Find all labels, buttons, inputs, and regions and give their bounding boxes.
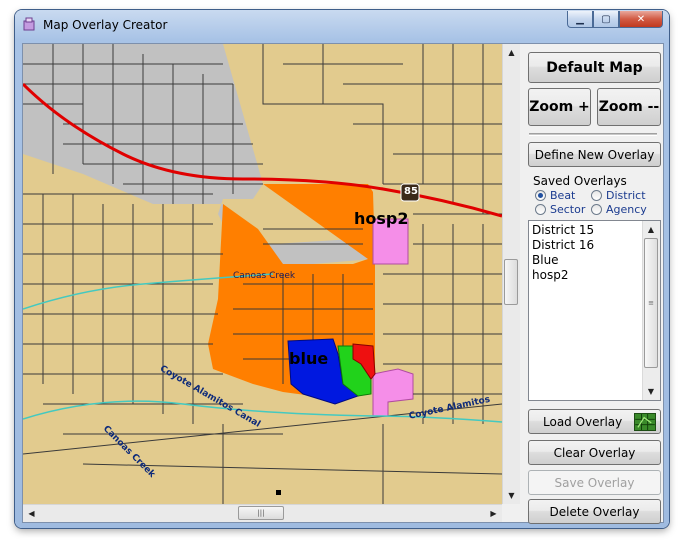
app-icon bbox=[23, 17, 35, 31]
radio-sector[interactable]: Sector bbox=[535, 203, 585, 216]
gray-overlay-region bbox=[23, 44, 373, 264]
saved-overlays-list[interactable]: District 15 District 16 Blue hosp2 ▲ ≡ ▼ bbox=[528, 220, 661, 401]
list-scroll-thumb[interactable]: ≡ bbox=[644, 238, 658, 368]
map-label-blue: blue bbox=[289, 349, 329, 368]
horizontal-scroll-thumb[interactable]: ||| bbox=[238, 506, 284, 520]
map-canvas[interactable]: 85 hosp2 blue Canoas Creek Coyote Alamit… bbox=[23, 44, 502, 504]
saved-overlays-label: Saved Overlays bbox=[533, 174, 627, 188]
radio-agency-indicator bbox=[591, 204, 602, 215]
radio-beat-indicator bbox=[535, 190, 546, 201]
list-item[interactable]: District 15 bbox=[529, 223, 660, 238]
vertical-scroll-thumb[interactable] bbox=[504, 259, 518, 305]
scroll-down-icon[interactable]: ▼ bbox=[503, 487, 520, 504]
control-panel: Default Map Zoom + Zoom -- Define New Ov… bbox=[523, 44, 663, 524]
scroll-right-icon[interactable]: ▶ bbox=[485, 505, 502, 522]
title-bar[interactable]: Map Overlay Creator ▁ ▢ ✕ bbox=[15, 10, 669, 38]
map-center-marker bbox=[276, 490, 281, 495]
map-thumbnail-icon bbox=[634, 413, 656, 431]
load-overlay-button[interactable]: Load Overlay bbox=[528, 409, 661, 434]
radio-sector-indicator bbox=[535, 204, 546, 215]
panel-separator bbox=[529, 133, 657, 136]
pink-overlay-region-2 bbox=[372, 368, 414, 417]
clear-overlay-button[interactable]: Clear Overlay bbox=[528, 440, 661, 465]
close-icon[interactable]: ✕ bbox=[619, 11, 663, 28]
highway-shield-label: 85 bbox=[404, 186, 418, 197]
list-item[interactable]: District 16 bbox=[529, 238, 660, 253]
scroll-corner bbox=[502, 504, 519, 521]
default-map-button[interactable]: Default Map bbox=[528, 52, 661, 83]
load-overlay-label: Load Overlay bbox=[543, 414, 623, 429]
map-horizontal-scrollbar[interactable]: ◀ ||| ▶ bbox=[23, 504, 502, 522]
radio-agency[interactable]: Agency bbox=[591, 203, 647, 216]
client-area: 85 hosp2 blue Canoas Creek Coyote Alamit… bbox=[22, 43, 664, 524]
radio-district[interactable]: District bbox=[591, 189, 646, 202]
list-scrollbar[interactable]: ▲ ≡ ▼ bbox=[642, 221, 660, 400]
define-new-overlay-button[interactable]: Define New Overlay bbox=[528, 142, 661, 167]
window-title: Map Overlay Creator bbox=[43, 18, 168, 32]
list-scroll-down-icon[interactable]: ▼ bbox=[643, 383, 659, 400]
scroll-left-icon[interactable]: ◀ bbox=[23, 505, 40, 522]
map-label-hosp2: hosp2 bbox=[354, 209, 409, 228]
list-item[interactable]: hosp2 bbox=[529, 268, 660, 283]
list-scroll-up-icon[interactable]: ▲ bbox=[643, 221, 659, 238]
delete-overlay-button[interactable]: Delete Overlay bbox=[528, 499, 661, 524]
map-vertical-scrollbar[interactable]: ▲ ▼ bbox=[502, 44, 520, 504]
list-item[interactable]: Blue bbox=[529, 253, 660, 268]
radio-district-indicator bbox=[591, 190, 602, 201]
zoom-out-button[interactable]: Zoom -- bbox=[597, 88, 661, 126]
zoom-in-button[interactable]: Zoom + bbox=[528, 88, 591, 126]
map-label-canoas-creek: Canoas Creek bbox=[233, 271, 296, 281]
scroll-up-icon[interactable]: ▲ bbox=[503, 44, 520, 61]
minimize-icon[interactable]: ▁ bbox=[567, 11, 593, 28]
save-overlay-button[interactable]: Save Overlay bbox=[528, 470, 661, 495]
radio-beat[interactable]: Beat bbox=[535, 189, 575, 202]
app-window: Map Overlay Creator ▁ ▢ ✕ 85 hosp2 blue … bbox=[15, 10, 669, 528]
maximize-icon[interactable]: ▢ bbox=[593, 11, 619, 28]
